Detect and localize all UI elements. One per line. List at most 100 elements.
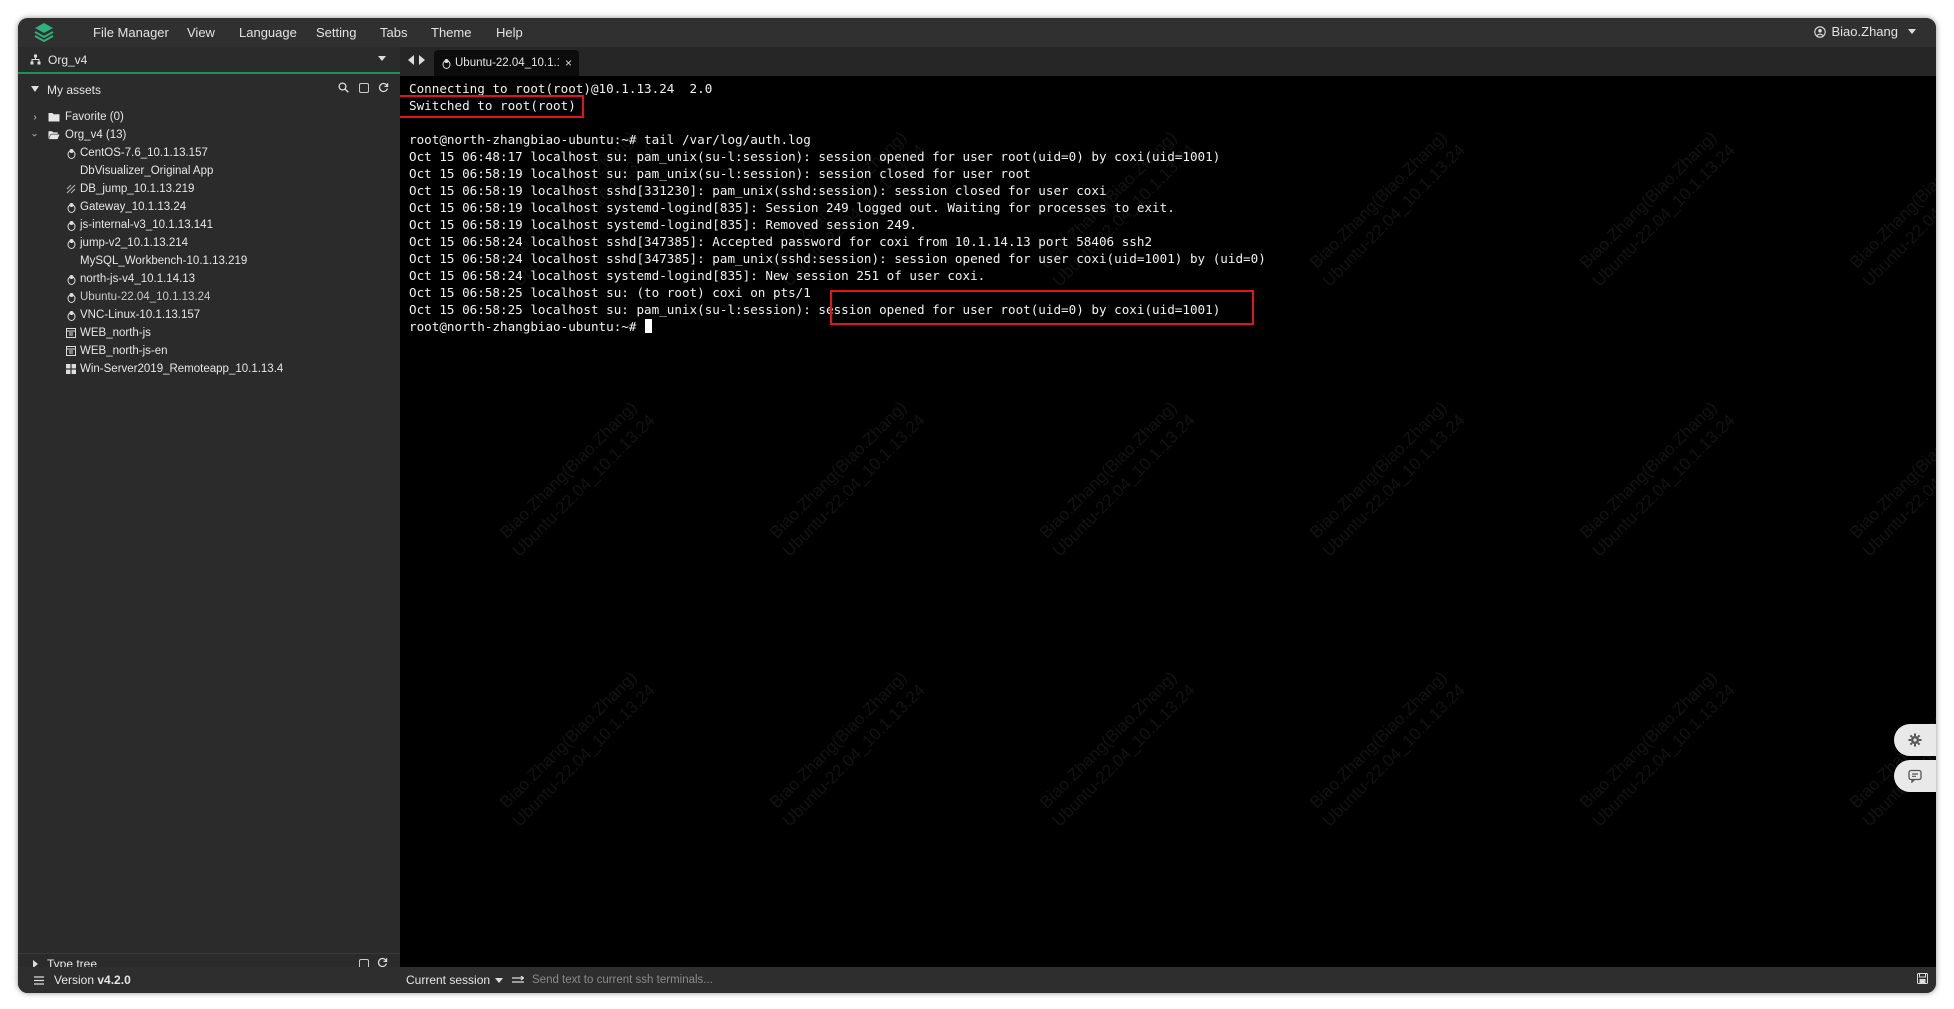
refresh-icon[interactable] — [377, 81, 390, 94]
asset-dbvisualizer[interactable]: DbVisualizer_Original App — [18, 162, 400, 180]
watermark: Biao.Zhang(Biao.Zhang) Ubuntu-22.04_10.1.… — [1033, 394, 1200, 561]
watermark-line: Ubuntu-22.04_10.1.13.24 — [1048, 680, 1199, 831]
menu-help[interactable]: Help — [496, 25, 523, 40]
watermark-line: Ubuntu-22.04_10.1.13.24 — [1588, 140, 1739, 291]
user-name: Biao.Zhang — [1831, 24, 1899, 39]
watermark-line: Biao.Zhang(Biao.Zhang) — [1576, 667, 1721, 813]
menu-tabs[interactable]: Tabs — [380, 25, 407, 40]
menu-setting[interactable]: Setting — [316, 25, 356, 40]
terminal-line: Oct 15 06:58:24 localhost systemd-logind… — [409, 268, 986, 283]
watermark-line: Biao.Zhang(Biao.Zhang) — [766, 397, 911, 543]
user-menu[interactable]: Biao.Zhang — [1813, 24, 1916, 39]
watermark-line: Biao.Zhang(Biao.Zhang) — [1576, 127, 1721, 273]
chat-icon — [1908, 769, 1922, 783]
session-select[interactable]: Current session — [406, 973, 504, 987]
terminal-line: Oct 15 06:58:19 localhost sshd[331230]: … — [409, 183, 1107, 198]
watermark: Biao.Zhang(Biao.Zhang) Ubuntu-22.04_10.1.… — [763, 664, 930, 831]
terminal[interactable]: Biao.Zhang(Biao.Zhang) Ubuntu-22.04_10.1.… — [400, 76, 1936, 967]
asset-centos[interactable]: CentOS-7.6_10.1.13.157 — [18, 144, 400, 162]
asset-web-north-js[interactable]: WEB_north-js — [18, 324, 400, 342]
send-lines-icon — [512, 974, 525, 988]
asset-vnc-linux[interactable]: VNC-Linux-10.1.13.157 — [18, 306, 400, 324]
linux-icon — [65, 291, 77, 303]
terminal-line: root@north-zhangbiao-ubuntu:~# tail /var… — [409, 132, 811, 147]
terminal-line: Oct 15 06:48:17 localhost su: pam_unix(s… — [409, 149, 1221, 164]
asset-ubuntu[interactable]: Ubuntu-22.04_10.1.13.24 — [18, 288, 400, 306]
tree-item-favorite[interactable]: › Favorite (0) — [18, 108, 400, 126]
tree-item-label: Favorite (0) — [65, 111, 124, 123]
chevron-right-icon[interactable]: › — [30, 112, 40, 123]
asset-db-jump[interactable]: DB_jump_10.1.13.219 — [18, 180, 400, 198]
tree-item-label: Gateway_10.1.13.24 — [80, 201, 187, 213]
chevron-down-icon[interactable]: › — [30, 130, 41, 140]
watermark-line: Ubuntu-22.04_10.1.13.24 — [1318, 680, 1469, 831]
terminal-line: Oct 15 06:58:24 localhost sshd[347385]: … — [409, 234, 1153, 249]
user-icon — [1813, 25, 1826, 38]
terminal-line: Oct 15 06:58:19 localhost su: pam_unix(s… — [409, 166, 1031, 181]
send-text-input[interactable] — [532, 970, 1892, 990]
save-icon[interactable] — [1917, 973, 1928, 987]
asset-mysql-workbench[interactable]: MySQL_Workbench-10.1.13.219 — [18, 252, 400, 270]
menu-file-manager[interactable]: File Manager — [93, 25, 169, 40]
settings-button[interactable] — [1894, 724, 1936, 756]
tree-item-label: jump-v2_10.1.13.214 — [80, 237, 189, 249]
watermark-line: Ubuntu-22.04_10.1.13.24 — [508, 410, 659, 561]
watermark: Biao.Zhang(Biao.Zhang) Ubuntu-22.04_10.1.… — [1303, 124, 1470, 291]
menu-language[interactable]: Language — [239, 25, 297, 40]
watermark: Biao.Zhang(Biao.Zhang) Ubuntu-22.04_10.1.… — [1033, 664, 1200, 831]
terminal-line: Oct 15 06:58:25 localhost su: (to root) … — [409, 285, 811, 300]
watermark-line: Ubuntu-22.04_10.1.13.24 — [1318, 410, 1469, 561]
app-window: File Manager View Language Setting Tabs … — [18, 18, 1936, 993]
asset-jump-v2[interactable]: jump-v2_10.1.13.214 — [18, 234, 400, 252]
app-logo-icon — [34, 23, 54, 43]
tree-item-label: Ubuntu-22.04_10.1.13.24 — [80, 291, 211, 303]
terminal-line: Oct 15 06:58:19 localhost systemd-logind… — [409, 200, 1175, 215]
version-label: Version — [54, 973, 95, 987]
watermark: Biao.Zhang(Biao.Zhang) Ubuntu-22.04_10.1.… — [1573, 664, 1740, 831]
watermark: Biao.Zhang(Biao.Zhang) Ubuntu-22.04_10.1.… — [1303, 394, 1470, 561]
version-info: Version v4.2.0 — [54, 973, 131, 987]
my-assets-title: My assets — [47, 83, 102, 97]
collapse-arrow-icon[interactable] — [31, 86, 39, 92]
linux-icon — [442, 58, 451, 69]
chevron-down-icon — [378, 56, 386, 61]
watermark-line: Ubuntu-22.04_10.1.13.24 — [1858, 410, 1936, 561]
folder-icon — [48, 111, 60, 123]
watermark-line: Ubuntu-22.04_10.1.13.24 — [1588, 680, 1739, 831]
watermark-line: Ubuntu-22.04_10.1.13.24 — [1048, 410, 1199, 561]
tab-ubuntu[interactable]: Ubuntu-22.04_10.1.13.24 × — [434, 50, 579, 76]
search-icon[interactable] — [337, 81, 350, 94]
linux-icon — [65, 237, 77, 249]
watermark-line: Biao.Zhang(Biao.Zhang) — [1036, 667, 1181, 813]
session-select-value: Current session — [406, 973, 491, 987]
my-assets-header[interactable]: My assets — [18, 76, 400, 104]
asset-web-north-js-en[interactable]: WEB_north-js-en — [18, 342, 400, 360]
chevron-down-icon — [1908, 29, 1916, 34]
menu-view[interactable]: View — [187, 25, 215, 40]
tree-item-label: north-js-v4_10.1.14.13 — [80, 273, 196, 285]
close-icon[interactable]: × — [565, 56, 572, 70]
web-icon — [65, 327, 77, 339]
next-tab-icon[interactable] — [419, 55, 425, 65]
terminal-output: Connecting to root(root)@10.1.13.24 2.0 S… — [409, 80, 1266, 335]
feedback-button[interactable] — [1894, 760, 1936, 792]
menu-icon[interactable] — [34, 974, 44, 988]
asset-north-js-v4[interactable]: north-js-v4_10.1.14.13 — [18, 270, 400, 288]
db-icon — [65, 183, 77, 195]
tree-item-org[interactable]: › Org_v4 (13) — [18, 126, 400, 144]
tree-item-label: MySQL_Workbench-10.1.13.219 — [80, 255, 248, 267]
watermark-line: Ubuntu-22.04_10.1.13.24 — [1588, 410, 1739, 561]
menu-theme[interactable]: Theme — [431, 25, 471, 40]
prev-tab-icon[interactable] — [408, 55, 414, 65]
org-selector[interactable]: Org_v4 — [18, 47, 400, 74]
linux-icon — [65, 201, 77, 213]
org-tree-icon — [30, 54, 41, 65]
asset-js-internal[interactable]: js-internal-v3_10.1.13.141 — [18, 216, 400, 234]
asset-win-server[interactable]: Win-Server2019_Remoteapp_10.1.13.4 — [18, 360, 400, 378]
collapse-all-icon[interactable] — [357, 81, 370, 94]
watermark-line: Ubuntu-22.04_10.1.13.24 — [778, 410, 929, 561]
watermark: Biao.Zhang(Biao.Zhang) Ubuntu-22.04_10.1.… — [1843, 394, 1936, 561]
asset-gateway[interactable]: Gateway_10.1.13.24 — [18, 198, 400, 216]
watermark-line: Biao.Zhang(Biao.Zhang) — [1306, 667, 1451, 813]
